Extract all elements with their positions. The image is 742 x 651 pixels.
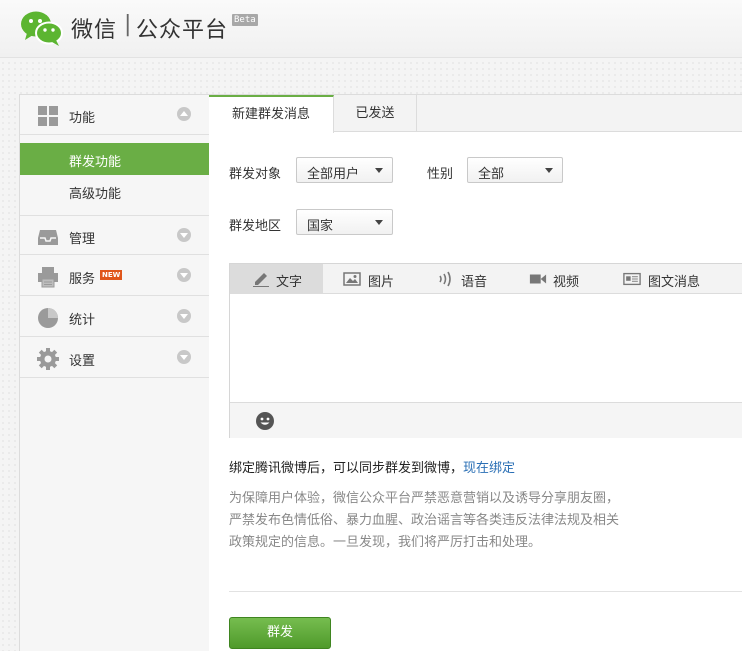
sidebar-subitem-label: 群发功能 (69, 155, 122, 170)
notice-line: 政策规定的信息。一旦发现，我们将严厉打击和处理。 (229, 535, 542, 550)
new-badge: NEW (100, 270, 123, 280)
sidebar-item-label: 服务 (69, 272, 96, 287)
wechat-logo-icon[interactable] (20, 9, 64, 47)
sidebar-subitem-mass-send[interactable]: 群发功能 (20, 143, 209, 175)
region-select-value: 国家 (307, 219, 334, 234)
video-icon (529, 274, 547, 284)
editor-tab-bar: 文字 图片 语音 视频 图文消息 (230, 264, 742, 294)
region-select[interactable]: 国家 (296, 209, 393, 235)
sidebar-item-function[interactable]: 功能 (20, 95, 209, 135)
tab-label: 新建群发消息 (231, 107, 310, 122)
notice-line: 严禁发布色情低俗、暴力血腥、政治谣言等各类违反法律法规及相关 (229, 513, 620, 528)
weibo-bind-hint: 绑定腾讯微博后，可以同步群发到微博，现在绑定 (229, 457, 515, 476)
editor-tab-article[interactable]: 图文消息 (598, 264, 708, 294)
editor-tab-label: 图文消息 (648, 275, 701, 290)
sidebar-item-label: 管理 (69, 232, 96, 247)
message-text-area[interactable] (230, 294, 742, 402)
weibo-bind-text: 绑定腾讯微博后，可以同步群发到微博， (229, 461, 464, 476)
chevron-down-icon[interactable] (177, 228, 191, 242)
brand-subtitle: 公众平台 (136, 18, 229, 43)
tab-new-mass-message[interactable]: 新建群发消息 (209, 95, 334, 133)
editor-toolbar (230, 402, 742, 438)
gear-icon (37, 348, 59, 370)
caret-down-icon (375, 220, 383, 225)
tab-label: 已发送 (355, 106, 395, 121)
gender-label: 性别 (427, 167, 454, 182)
top-header: 微信 | 公众平台 Beta (0, 0, 742, 58)
printer-icon (38, 267, 58, 288)
tab-bar: 新建群发消息 已发送 (209, 95, 742, 133)
bind-now-link[interactable]: 现在绑定 (463, 461, 515, 476)
main-panel: 新建群发消息 已发送 群发对象 全部用户 性别 全部 群发地区 国家 文字 图片… (209, 94, 742, 651)
target-select-value: 全部用户 (307, 167, 360, 182)
mass-send-button[interactable]: 群发 (229, 617, 331, 649)
chevron-up-icon[interactable] (177, 107, 191, 121)
beta-badge: Beta (232, 14, 258, 26)
caret-down-icon (545, 168, 553, 173)
sidebar-item-label: 设置 (69, 354, 96, 369)
pie-chart-icon (38, 308, 58, 328)
emoji-icon[interactable] (255, 411, 275, 431)
target-select[interactable]: 全部用户 (296, 157, 393, 183)
editor-tab-voice[interactable]: 语音 (413, 264, 503, 294)
chevron-down-icon[interactable] (177, 309, 191, 323)
target-label: 群发对象 (229, 167, 282, 182)
editor-tab-label: 图片 (368, 275, 395, 290)
notice-line: 为保障用户体验，微信公众平台严禁恶意营销以及诱导分享朋友圈， (229, 491, 620, 506)
pencil-icon (253, 273, 269, 287)
tab-sent[interactable]: 已发送 (334, 95, 417, 132)
sidebar-item-label: 功能 (69, 111, 96, 126)
sidebar-subitem-label: 高级功能 (69, 187, 122, 202)
editor-tab-label: 视频 (553, 275, 580, 290)
brand-separator: | (124, 12, 132, 37)
brand-name: 微信 (71, 18, 118, 43)
editor-tab-video[interactable]: 视频 (503, 264, 598, 294)
sidebar-item-manage[interactable]: 管理 (20, 215, 209, 255)
policy-notice: 为保障用户体验，微信公众平台严禁恶意营销以及诱导分享朋友圈， 严禁发布色情低俗、… (229, 488, 669, 554)
inbox-icon (38, 230, 58, 245)
image-icon (343, 272, 361, 286)
sidebar-subitem-advanced[interactable]: 高级功能 (20, 175, 209, 207)
region-label: 群发地区 (229, 219, 282, 234)
sidebar-item-settings[interactable]: 设置 (20, 338, 209, 378)
sidebar-item-label: 统计 (69, 313, 96, 328)
editor-tab-image[interactable]: 图片 (323, 264, 413, 294)
grid-icon (38, 106, 58, 126)
divider (229, 591, 742, 592)
chevron-down-icon[interactable] (177, 350, 191, 364)
article-icon (623, 272, 641, 286)
message-editor: 文字 图片 语音 视频 图文消息 (229, 263, 742, 438)
editor-tab-label: 语音 (461, 275, 488, 290)
sidebar: 功能 群发功能 高级功能 管理 服务 NEW 统计 设置 (19, 94, 209, 651)
editor-tab-label: 文字 (276, 275, 303, 290)
chevron-down-icon[interactable] (177, 268, 191, 282)
editor-tab-text[interactable]: 文字 (230, 264, 323, 294)
sidebar-item-stats[interactable]: 统计 (20, 297, 209, 337)
caret-down-icon (375, 168, 383, 173)
gender-select[interactable]: 全部 (467, 157, 563, 183)
gender-select-value: 全部 (478, 167, 505, 182)
sidebar-item-service[interactable]: 服务 NEW (20, 256, 209, 296)
audio-icon (439, 271, 451, 287)
